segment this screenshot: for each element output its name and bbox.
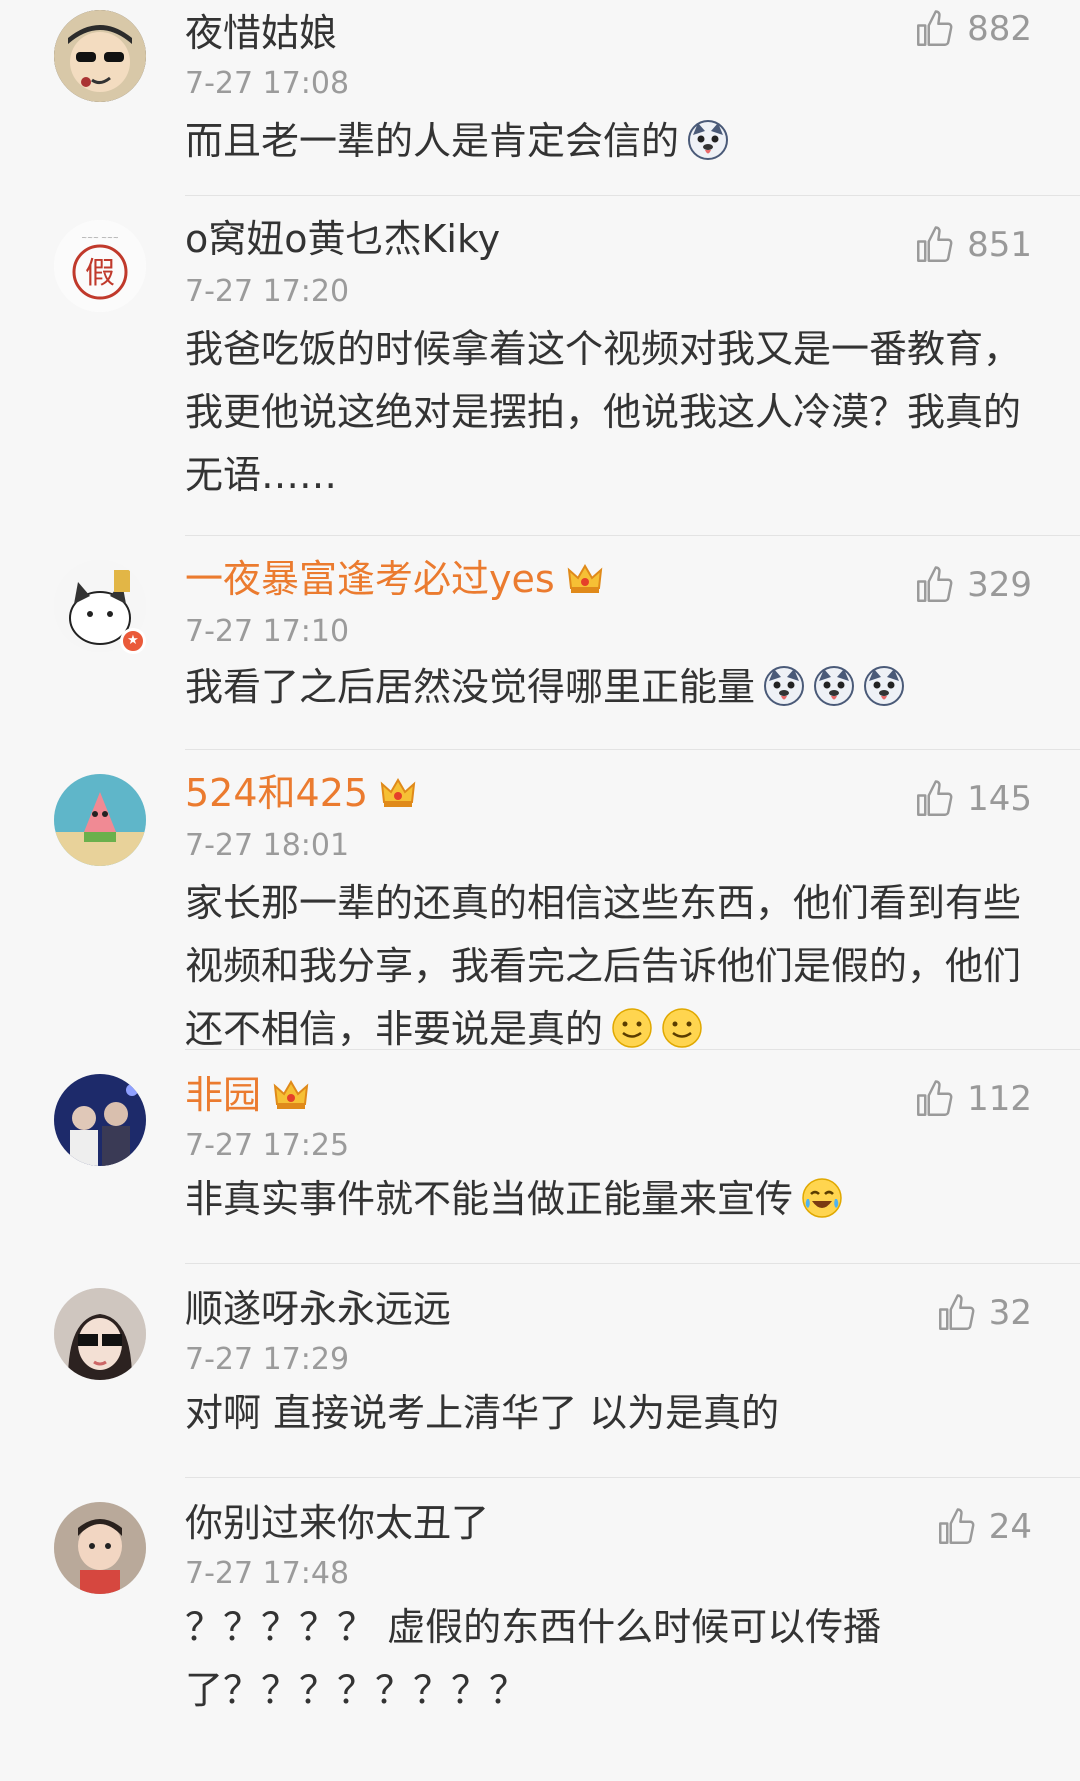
- comment-body: 对啊 直接说考上清华了 以为是真的: [185, 1391, 780, 1435]
- avatar-image: [54, 10, 146, 102]
- thumbs-up-icon: [917, 780, 953, 816]
- svg-text:假: 假: [85, 256, 115, 291]
- comment-body: 家长那一辈的还真的相信这些东西，他们看到有些视频和我分享，我看完之后告诉他们是假…: [185, 881, 1022, 1051]
- timestamp: 7-27 17:10: [185, 614, 350, 649]
- comment-text: 家长那一辈的还真的相信这些东西，他们看到有些视频和我分享，我看完之后告诉他们是假…: [185, 872, 1025, 1061]
- avatar[interactable]: [54, 10, 146, 102]
- like-button[interactable]: 851: [913, 222, 1032, 268]
- username[interactable]: 一夜暴富逢考必过yes: [185, 556, 605, 602]
- like-count: 329: [967, 565, 1032, 605]
- doge-emoji-icon: [813, 663, 855, 706]
- like-count: 24: [988, 1507, 1032, 1547]
- timestamp: 7-27 17:25: [185, 1128, 350, 1163]
- avatar[interactable]: [54, 1502, 146, 1594]
- comment-text: 对啊 直接说考上清华了 以为是真的: [185, 1382, 1025, 1445]
- like-button[interactable]: 329: [913, 562, 1032, 608]
- like-button[interactable]: 145: [913, 776, 1032, 822]
- username-text: 一夜暴富逢考必过yes: [185, 557, 555, 601]
- avatar-image: [54, 1288, 146, 1380]
- doge-emoji-icon: [863, 663, 905, 706]
- comment-text: 而且老一辈的人是肯定会信的: [185, 110, 1025, 173]
- comment-body: 我爸吃饭的时候拿着这个视频对我又是一番教育，我更他说这绝对是摆拍，他说我这人冷漠…: [185, 327, 1022, 497]
- comment-item: 524和425 7-27 18:01 家长那一辈的还真的相信这些东西，他们看到有…: [0, 750, 1080, 1051]
- avatar[interactable]: 假 ~~~ ~~~: [54, 220, 146, 312]
- avatar-image: [54, 774, 146, 866]
- like-count: 32: [988, 1293, 1032, 1333]
- vip-crown-icon: [273, 1080, 309, 1109]
- comment-text: 我看了之后居然没觉得哪里正能量: [185, 656, 1025, 719]
- comment-item: 假 ~~~ ~~~ o窝妞o黄乜杰Kiky 7-27 17:20 我爸吃饭的时候…: [0, 196, 1080, 536]
- doge-emoji-icon: [687, 117, 729, 160]
- like-button[interactable]: 112: [913, 1076, 1032, 1122]
- vip-crown-icon: [380, 778, 416, 807]
- username[interactable]: 你别过来你太丑了: [185, 1500, 489, 1546]
- avatar[interactable]: [54, 774, 146, 866]
- timestamp: 7-27 17:08: [185, 66, 350, 101]
- avatar-image: [54, 1074, 146, 1166]
- vip-crown-icon: [567, 564, 602, 593]
- username-text: 524和425: [185, 771, 369, 815]
- comment-text: 非真实事件就不能当做正能量来宣传: [185, 1168, 1025, 1231]
- like-button[interactable]: 32: [935, 1290, 1032, 1336]
- like-count: 882: [967, 9, 1032, 49]
- thumbs-up-icon: [917, 1080, 953, 1116]
- username[interactable]: 顺遂呀永永远远: [185, 1286, 451, 1332]
- verified-badge-icon: ★: [120, 628, 146, 654]
- username-text: 非园: [185, 1073, 262, 1117]
- like-button[interactable]: 24: [935, 1504, 1032, 1550]
- timestamp: 7-27 17:20: [185, 274, 350, 309]
- username[interactable]: 524和425: [185, 770, 418, 816]
- comment-body: ？？？？？ 虚假的东西什么时候可以传播了？？？？？？？？: [185, 1605, 882, 1712]
- comment-item: 顺遂呀永永远远 7-27 17:29 对啊 直接说考上清华了 以为是真的 32: [0, 1264, 1080, 1478]
- comment-text: ？？？？？ 虚假的东西什么时候可以传播了？？？？？？？？: [185, 1596, 945, 1722]
- avatar[interactable]: [54, 1074, 146, 1166]
- thumbs-up-icon: [917, 566, 953, 602]
- smile-emoji-icon: [661, 1005, 703, 1048]
- username[interactable]: 非园: [185, 1072, 311, 1118]
- timestamp: 7-27 17:29: [185, 1342, 350, 1377]
- comment-item: 你别过来你太丑了 7-27 17:48 ？？？？？ 虚假的东西什么时候可以传播了…: [0, 1478, 1080, 1767]
- like-count: 851: [967, 225, 1032, 265]
- svg-text:~~~ ~~~: ~~~ ~~~: [81, 234, 119, 242]
- comment-item: 非园 7-27 17:25 非真实事件就不能当做正能量来宣传 112: [0, 1050, 1080, 1264]
- doge-emoji-icon: [763, 663, 805, 706]
- username[interactable]: 夜惜姑娘: [185, 10, 337, 56]
- comment-item: ★ 一夜暴富逢考必过yes 7-27 17:10 我看了之后居然没觉得哪里正能量…: [0, 536, 1080, 750]
- timestamp: 7-27 18:01: [185, 828, 350, 863]
- avatar-image: [54, 1502, 146, 1594]
- comment-item: 夜惜姑娘 7-27 17:08 而且老一辈的人是肯定会信的 882: [0, 0, 1080, 196]
- avatar[interactable]: [54, 1288, 146, 1380]
- thumbs-up-icon: [938, 1294, 975, 1330]
- timestamp: 7-27 17:48: [185, 1556, 350, 1591]
- thumbs-up-icon: [917, 226, 953, 262]
- avatar-image: 假 ~~~ ~~~: [54, 220, 146, 312]
- like-count: 112: [967, 1079, 1032, 1119]
- comment-body: 而且老一辈的人是肯定会信的: [185, 119, 680, 163]
- comment-body: 非真实事件就不能当做正能量来宣传: [185, 1177, 794, 1221]
- like-button[interactable]: 882: [913, 6, 1032, 52]
- thumbs-up-icon: [938, 1508, 975, 1544]
- like-count: 145: [967, 779, 1032, 819]
- comment-body: 我看了之后居然没觉得哪里正能量: [185, 665, 756, 709]
- thumbs-up-icon: [917, 10, 953, 46]
- smile-emoji-icon: [611, 1005, 653, 1048]
- comment-list: 夜惜姑娘 7-27 17:08 而且老一辈的人是肯定会信的 882 假 ~~~ …: [0, 0, 1080, 1767]
- laugh-cry-emoji-icon: [801, 1175, 843, 1218]
- comment-text: 我爸吃饭的时候拿着这个视频对我又是一番教育，我更他说这绝对是摆拍，他说我这人冷漠…: [185, 318, 1025, 507]
- username[interactable]: o窝妞o黄乜杰Kiky: [185, 216, 500, 262]
